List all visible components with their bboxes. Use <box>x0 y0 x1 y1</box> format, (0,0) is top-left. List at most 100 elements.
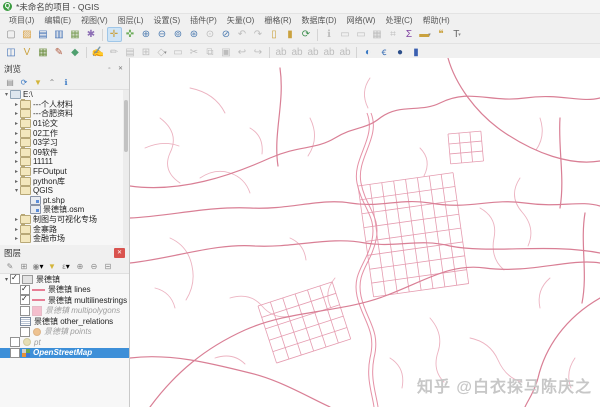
menu-item[interactable]: 数据库(D) <box>296 15 341 26</box>
browser-item[interactable]: ▸ 01论文 <box>0 118 123 129</box>
deselect-features[interactable]: ▭ <box>354 27 369 42</box>
expander-icon[interactable]: ▾ <box>13 187 20 194</box>
menu-item[interactable]: 矢量(O) <box>222 15 260 26</box>
refresh-browser[interactable]: ⟳ <box>18 77 30 89</box>
line-symbol <box>32 299 45 302</box>
expander-icon[interactable]: ▸ <box>13 139 20 146</box>
new-print-layout[interactable]: ▦ <box>68 27 83 42</box>
filter-by-expression[interactable]: ε ▾ <box>60 261 72 273</box>
text-annotation[interactable]: T ▾ <box>450 27 465 42</box>
map-tips[interactable]: ❝ <box>434 27 449 42</box>
add-group[interactable]: ⊞ <box>18 261 30 273</box>
identify-features[interactable]: ℹ <box>322 27 337 42</box>
layer-checkbox[interactable] <box>10 347 20 358</box>
expander-icon[interactable]: ▾ <box>3 276 10 283</box>
pan-to-selection[interactable]: ✜ <box>123 27 138 42</box>
pan-map[interactable]: ✛ <box>106 27 122 42</box>
browser-item[interactable]: ▸ ---合肥资料 <box>0 108 123 119</box>
new-project[interactable]: ▢ <box>4 27 19 42</box>
add-selected-layers[interactable]: ▤ <box>4 77 16 89</box>
open-project[interactable]: ▨ <box>20 27 35 42</box>
layer-item[interactable]: 景德镇 multilinestrings <box>0 294 129 306</box>
expander-icon[interactable]: ▸ <box>13 149 20 156</box>
browser-item[interactable]: ▸ 金融市场 <box>0 233 123 244</box>
menu-item[interactable]: 帮助(H) <box>418 15 455 26</box>
expander-icon[interactable]: ▸ <box>13 110 20 117</box>
expander-icon[interactable]: ▸ <box>13 168 20 175</box>
open-layer-styling[interactable]: ✎ <box>4 261 16 273</box>
expander-icon[interactable]: ▸ <box>13 158 20 165</box>
menu-item[interactable]: 项目(J) <box>4 15 39 26</box>
browser-item[interactable]: ▸ 09软件 <box>0 146 123 158</box>
browser-item[interactable]: ▾ QGIS <box>0 185 123 196</box>
menu-item[interactable]: 图层(L) <box>113 15 149 26</box>
browser-item[interactable]: ▸ 02工作 <box>0 127 123 138</box>
layer-checkbox[interactable] <box>20 284 30 295</box>
layer-item[interactable]: 景德镇 points <box>0 326 129 338</box>
layer-item[interactable]: 景德镇 other_relations <box>0 316 129 327</box>
zoom-next[interactable]: ↷ <box>251 27 266 42</box>
expander-icon[interactable]: ▾ <box>3 91 10 98</box>
layer-item[interactable]: ▾ 景德镇 <box>0 274 129 285</box>
menu-item[interactable]: 编辑(E) <box>39 15 76 26</box>
expander-icon[interactable]: ▸ <box>13 130 20 137</box>
browser-item[interactable]: ▸ python库 <box>0 175 123 186</box>
measure[interactable]: ▬ ▾ <box>418 27 433 42</box>
expander-icon[interactable]: ▸ <box>13 120 20 127</box>
close-layers-panel-icon[interactable]: ✕ <box>114 248 125 258</box>
layer-item[interactable]: pt <box>0 337 129 348</box>
remove-layer[interactable]: ⊟ <box>102 261 114 273</box>
menu-item[interactable]: 网络(W) <box>342 15 381 26</box>
zoom-out[interactable]: ⊖ <box>155 27 170 42</box>
browser-scrollbar[interactable] <box>123 90 129 245</box>
menu-item[interactable]: 栅格(R) <box>259 15 296 26</box>
zoom-in[interactable]: ⊕ <box>139 27 154 42</box>
map-canvas[interactable]: 知乎 @白衣探马陈庆之 <box>130 58 600 407</box>
browser-item[interactable]: ▸ 制图与可视化专场 <box>0 214 123 225</box>
layer-checkbox[interactable] <box>20 305 30 316</box>
zoom-to-layer[interactable]: ⊘ <box>219 27 234 42</box>
filter-legend[interactable]: ▼ <box>46 261 58 273</box>
zoom-last[interactable]: ↶ <box>235 27 250 42</box>
menu-item[interactable]: 视图(V) <box>76 15 113 26</box>
expander-icon[interactable]: ▸ <box>13 216 20 223</box>
expander-icon[interactable]: ▸ <box>13 101 20 108</box>
float-panel-icon[interactable]: ▫ <box>105 65 114 74</box>
browser-item[interactable]: ▸ 11111 <box>0 156 123 167</box>
statistical-summary[interactable]: Σ <box>402 27 417 42</box>
filter-browser[interactable]: ▼ <box>32 77 44 89</box>
browser-item[interactable]: ▸ 03学习 <box>0 137 123 148</box>
manage-map-themes[interactable]: ◉ ▾ <box>32 261 44 273</box>
zoom-full[interactable]: ⊛ <box>187 27 202 42</box>
expander-icon[interactable]: ▸ <box>13 226 20 233</box>
expander-icon[interactable]: ▸ <box>13 235 20 242</box>
menu-item[interactable]: 处理(C) <box>380 15 417 26</box>
style-manager[interactable]: ✱ <box>84 27 99 42</box>
save-project[interactable]: ▤ <box>36 27 51 42</box>
layer-item[interactable]: OpenStreetMap <box>0 347 129 358</box>
layer-checkbox[interactable] <box>10 274 20 285</box>
properties-widget[interactable]: ℹ <box>60 77 72 89</box>
layer-checkbox[interactable] <box>20 326 30 337</box>
refresh-map[interactable]: ⟳ <box>299 27 314 42</box>
save-project-as[interactable]: ▥ <box>52 27 67 42</box>
close-panel-icon[interactable]: ✕ <box>116 65 125 74</box>
field-calculator[interactable]: ⌗ <box>386 27 401 42</box>
expand-all[interactable]: ⊕ <box>74 261 86 273</box>
layer-checkbox[interactable] <box>10 337 20 348</box>
scrollbar-thumb[interactable] <box>124 100 128 152</box>
show-bookmarks[interactable]: ▮ <box>283 27 298 42</box>
open-attribute-table[interactable]: ▦ <box>370 27 385 42</box>
collapse-all-layers[interactable]: ⊖ <box>88 261 100 273</box>
layer-item[interactable]: 景德镇 lines <box>0 284 129 296</box>
layer-checkbox[interactable] <box>20 294 30 306</box>
new-bookmark[interactable]: ▯ <box>267 27 282 42</box>
expander-icon[interactable]: ▸ <box>13 178 20 185</box>
select-features[interactable]: ▭ <box>338 27 353 42</box>
zoom-to-selection[interactable]: ⊙ <box>203 27 218 42</box>
menu-item[interactable]: 设置(S) <box>148 15 185 26</box>
zoom-native[interactable]: ⊚ <box>171 27 186 42</box>
collapse-all[interactable]: ⌃ <box>46 77 58 89</box>
menu-item[interactable]: 插件(P) <box>185 15 222 26</box>
layer-item[interactable]: 景德镇 multipolygons <box>0 305 129 317</box>
